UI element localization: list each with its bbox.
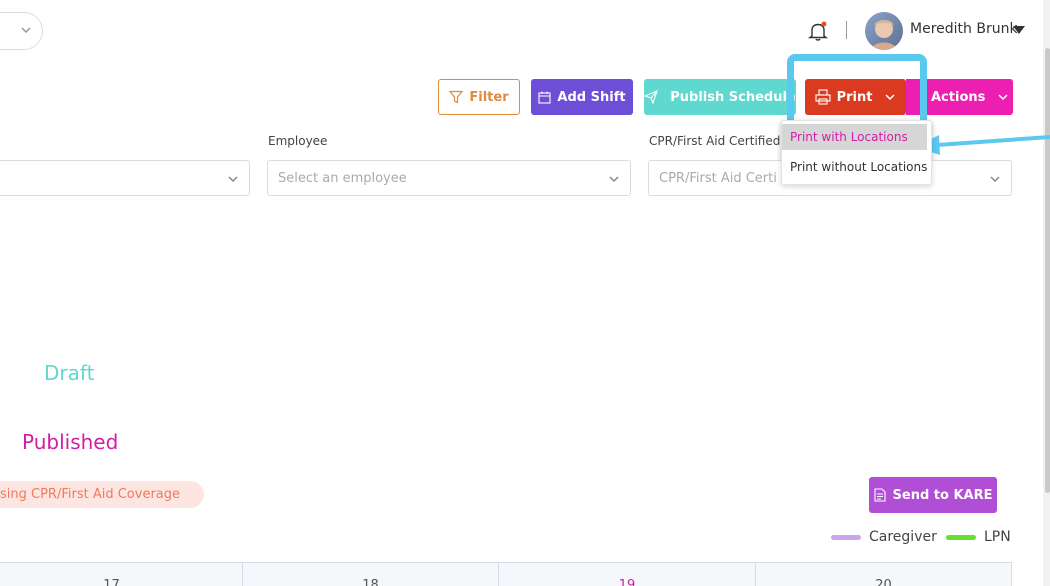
- status-published[interactable]: Published: [22, 430, 118, 454]
- header-divider: [846, 21, 847, 39]
- calendar-day[interactable]: 17: [0, 563, 243, 586]
- chevron-down-icon: [990, 176, 1000, 183]
- send-to-kare-label: Send to KARE: [892, 487, 993, 503]
- calendar-icon: [538, 91, 551, 104]
- chevron-down-icon: [609, 176, 619, 183]
- publish-schedule-button[interactable]: Publish Schedule: [644, 79, 796, 115]
- calendar-day[interactable]: 20: [756, 563, 1011, 586]
- cpr-coverage-alert: sing CPR/First Aid Coverage: [0, 481, 204, 508]
- status-draft[interactable]: Draft: [44, 361, 94, 385]
- publish-schedule-label: Publish Schedule: [670, 89, 796, 105]
- chevron-down-icon: [21, 27, 31, 34]
- filter-icon: [449, 90, 464, 104]
- document-icon: [873, 488, 886, 502]
- caret-down-icon[interactable]: [1013, 25, 1025, 35]
- add-shift-button[interactable]: Add Shift: [531, 79, 633, 115]
- filter-button-label: Filter: [469, 89, 509, 105]
- cpr-select-placeholder: CPR/First Aid Certi: [659, 171, 777, 186]
- chevron-down-icon: [998, 94, 1008, 101]
- cpr-filter-label: CPR/First Aid Certified: [649, 134, 781, 148]
- legend-label-caregiver: Caregiver: [869, 529, 937, 545]
- legend-swatch-lpn: [946, 534, 976, 540]
- menu-item-print-with-locations[interactable]: Print with Locations: [782, 124, 927, 150]
- legend-lpn: LPN: [946, 529, 1011, 545]
- filter-button[interactable]: Filter: [438, 79, 520, 115]
- scrollbar-thumb[interactable]: [1045, 48, 1050, 493]
- user-name[interactable]: Meredith Brunk: [910, 21, 1018, 37]
- schedule-page: Meredith Brunk Filter Add Shift Publish …: [0, 0, 1050, 586]
- avatar[interactable]: [865, 12, 903, 50]
- send-icon: [644, 90, 659, 104]
- menu-item-print-without-locations[interactable]: Print without Locations: [782, 154, 931, 180]
- location-filter-select[interactable]: [0, 160, 250, 196]
- employee-filter-label: Employee: [268, 134, 328, 148]
- location-select[interactable]: [0, 12, 43, 50]
- print-menu-overlay: Print with Locations Print without Locat…: [781, 120, 932, 185]
- send-to-kare-button[interactable]: Send to KARE: [869, 477, 997, 513]
- chevron-down-icon: [228, 176, 238, 183]
- bell-icon[interactable]: [807, 20, 829, 42]
- add-shift-label: Add Shift: [557, 89, 626, 105]
- employee-select[interactable]: Select an employee: [267, 160, 631, 196]
- calendar-day-today[interactable]: 19: [499, 563, 756, 586]
- legend-label-lpn: LPN: [984, 529, 1011, 545]
- actions-button-label: Actions: [931, 89, 986, 105]
- print-highlight-box: [787, 54, 927, 130]
- calendar-day[interactable]: 18: [243, 563, 499, 586]
- legend-swatch-caregiver: [831, 534, 861, 540]
- avatar-image: [871, 20, 897, 50]
- calendar-header: 17 18 19 20: [0, 562, 1012, 586]
- employee-select-placeholder: Select an employee: [278, 171, 407, 186]
- legend-caregiver: Caregiver: [831, 529, 937, 545]
